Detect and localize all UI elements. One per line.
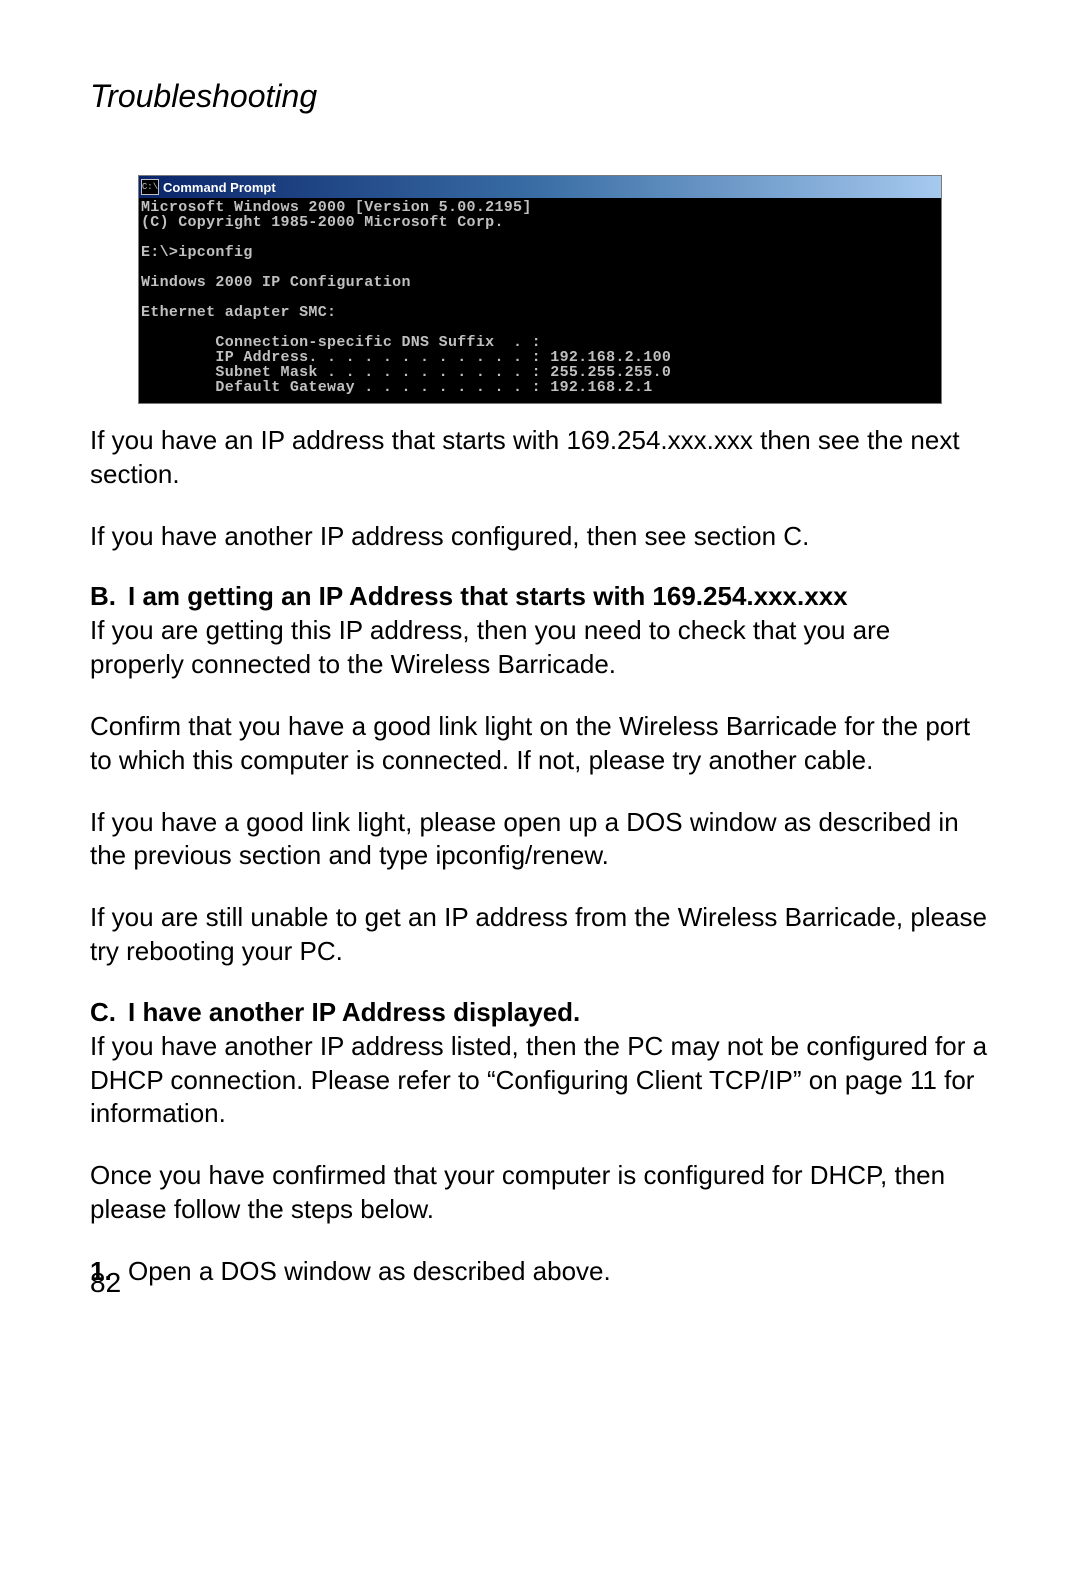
list-text: Open a DOS window as described above. (128, 1255, 611, 1289)
page-header: Troubleshooting (90, 78, 990, 115)
page-number: 82 (90, 1267, 121, 1299)
command-prompt-window: C:\ Command Prompt Microsoft Windows 200… (138, 175, 942, 404)
paragraph: If you are getting this IP address, then… (90, 614, 990, 682)
section-marker: C. (90, 997, 128, 1028)
paragraph: If you have a good link light, please op… (90, 806, 990, 874)
command-prompt-titlebar: C:\ Command Prompt (139, 176, 941, 198)
section-marker: B. (90, 581, 128, 612)
ordered-list-item: 1. Open a DOS window as described above. (90, 1255, 990, 1289)
paragraph: If you are still unable to get an IP add… (90, 901, 990, 969)
paragraph: If you have another IP address listed, t… (90, 1030, 990, 1131)
section-b-heading: B. I am getting an IP Address that start… (90, 581, 990, 612)
paragraph: If you have another IP address configure… (90, 520, 990, 554)
paragraph: If you have an IP address that starts wi… (90, 424, 990, 492)
paragraph: Once you have confirmed that your comput… (90, 1159, 990, 1227)
command-prompt-title-text: Command Prompt (163, 180, 276, 195)
section-title: I have another IP Address displayed. (128, 997, 580, 1028)
section-c-heading: C. I have another IP Address displayed. (90, 997, 990, 1028)
command-prompt-output: Microsoft Windows 2000 [Version 5.00.219… (139, 198, 941, 403)
paragraph: Confirm that you have a good link light … (90, 710, 990, 778)
command-prompt-icon: C:\ (141, 179, 159, 195)
section-title: I am getting an IP Address that starts w… (128, 581, 848, 612)
